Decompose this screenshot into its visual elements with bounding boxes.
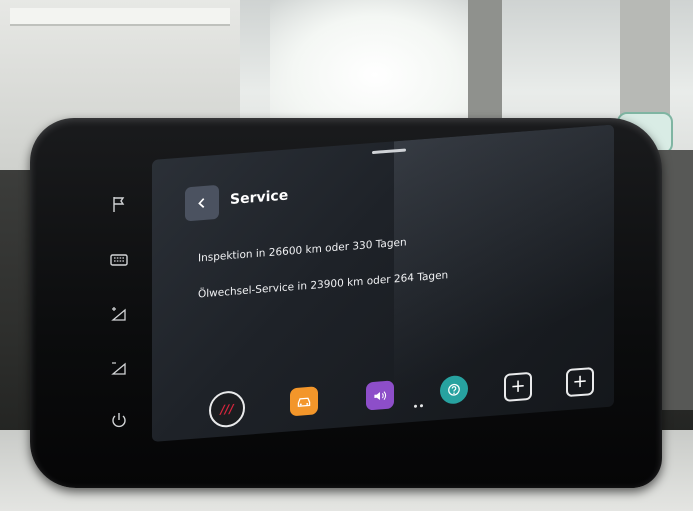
- keyboard-button[interactable]: [104, 248, 134, 272]
- chevron-left-icon: [198, 198, 205, 208]
- add-app-button-1[interactable]: +: [504, 371, 532, 402]
- sound-app-button[interactable]: [366, 380, 394, 411]
- garage-pillar-right: [620, 0, 670, 130]
- brightness-down-button[interactable]: [104, 356, 134, 380]
- inspection-info: Inspektion in 26600 km oder 330 Tagen: [198, 236, 407, 265]
- add-app-button-2[interactable]: +: [566, 366, 594, 398]
- help-icon: [448, 383, 460, 396]
- ceiling-beam: [10, 8, 230, 26]
- brightness-up-button[interactable]: [104, 302, 134, 326]
- car-app-button[interactable]: [290, 386, 318, 417]
- keyboard-icon: [110, 254, 128, 266]
- speaker-icon: [374, 390, 387, 400]
- page-indicator[interactable]: [414, 404, 423, 408]
- brightness-up-icon: [111, 307, 126, 321]
- power-icon: [112, 413, 126, 428]
- help-app-button[interactable]: [440, 374, 468, 405]
- touchscreen: Service Inspektion in 26600 km oder 330 …: [152, 124, 614, 442]
- page-title: Service: [230, 187, 289, 208]
- plus-icon: +: [572, 370, 588, 393]
- car-icon: [297, 397, 311, 407]
- flag-icon: [113, 197, 125, 212]
- brightness-down-icon: [111, 362, 126, 375]
- seat-logo-icon: ///: [220, 401, 234, 417]
- plus-icon: +: [510, 375, 526, 398]
- flag-button[interactable]: [104, 192, 134, 216]
- power-button[interactable]: [104, 408, 134, 432]
- back-button[interactable]: [185, 184, 219, 222]
- seat-home-button[interactable]: ///: [209, 389, 245, 429]
